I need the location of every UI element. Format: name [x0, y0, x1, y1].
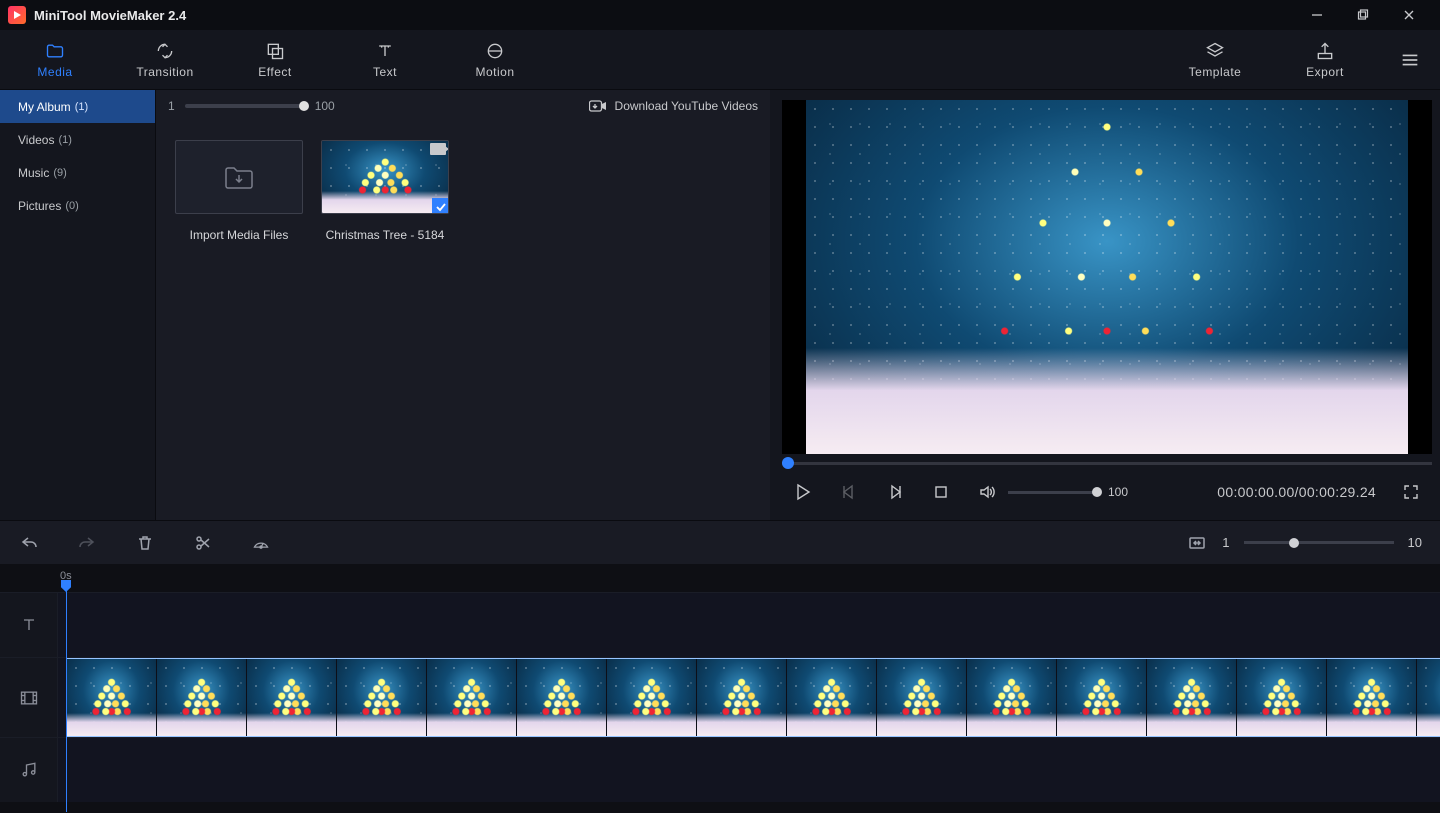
volume-slider[interactable] [1008, 491, 1098, 494]
tab-template-label: Template [1189, 65, 1242, 79]
clip-frame [1147, 659, 1237, 736]
fullscreen-button[interactable] [1400, 481, 1422, 503]
clip-frame [1417, 659, 1440, 736]
clip-frame [1057, 659, 1147, 736]
clip-frame [877, 659, 967, 736]
fit-zoom-button[interactable] [1186, 532, 1208, 554]
play-button[interactable] [792, 481, 814, 503]
clip-frame [517, 659, 607, 736]
media-sidebar: My Album (1) Videos (1) Music (9) Pictur… [0, 90, 156, 520]
app-logo-icon [8, 6, 26, 24]
tab-effect[interactable]: Effect [220, 30, 330, 90]
delete-button[interactable] [134, 532, 156, 554]
zoom-max: 10 [1408, 535, 1422, 550]
clip-frame [697, 659, 787, 736]
tab-export-label: Export [1306, 65, 1344, 79]
undo-button[interactable] [18, 532, 40, 554]
tab-template[interactable]: Template [1160, 30, 1270, 90]
sidebar-item-videos[interactable]: Videos (1) [0, 123, 155, 156]
thumb-size-slider[interactable] [185, 104, 305, 108]
preview-panel: 100 00:00:00.00/00:00:29.24 [770, 90, 1440, 520]
timecode-display: 00:00:00.00/00:00:29.24 [1217, 484, 1376, 500]
clip-frame [337, 659, 427, 736]
zoom-slider[interactable] [1244, 541, 1394, 544]
tab-effect-label: Effect [258, 65, 291, 79]
sidebar-item-count: (1) [75, 101, 88, 113]
video-track[interactable] [0, 657, 1440, 737]
window-minimize-button[interactable] [1294, 0, 1340, 30]
speed-button[interactable] [250, 532, 272, 554]
tab-motion-label: Motion [475, 65, 514, 79]
tab-transition-label: Transition [136, 65, 193, 79]
timeline-ruler[interactable]: 0s [58, 564, 1440, 592]
sidebar-item-count: (1) [58, 134, 71, 146]
title-bar: MiniTool MovieMaker 2.4 [0, 0, 1440, 30]
timeline: 0s [0, 564, 1440, 813]
stop-button[interactable] [930, 481, 952, 503]
clip-frame [607, 659, 697, 736]
video-track-icon [0, 658, 58, 737]
tab-export[interactable]: Export [1270, 30, 1380, 90]
sidebar-item-my-album[interactable]: My Album (1) [0, 90, 155, 123]
media-panel: 1 100 Download YouTube Videos Import Med… [156, 90, 770, 520]
zoom-min: 1 [1222, 535, 1229, 550]
tab-motion[interactable]: Motion [440, 30, 550, 90]
clip-frame [1327, 659, 1417, 736]
sidebar-item-label: Music [18, 166, 49, 180]
window-maximize-button[interactable] [1340, 0, 1386, 30]
selected-check-icon [432, 198, 449, 214]
tab-text[interactable]: Text [330, 30, 440, 90]
window-close-button[interactable] [1386, 0, 1432, 30]
clip-frame [247, 659, 337, 736]
download-youtube-label: Download YouTube Videos [615, 99, 758, 113]
sidebar-item-label: My Album [18, 100, 71, 114]
volume-value: 100 [1108, 485, 1128, 499]
clip-frame [67, 659, 157, 736]
clip-frame [157, 659, 247, 736]
import-media-label: Import Media Files [190, 228, 289, 242]
text-track[interactable] [0, 592, 1440, 657]
preview-seekbar[interactable] [782, 456, 1432, 470]
tab-text-label: Text [373, 65, 397, 79]
folder-download-icon [224, 164, 254, 190]
sidebar-item-pictures[interactable]: Pictures (0) [0, 189, 155, 222]
media-clip-christmas-tree[interactable]: Christmas Tree - 5184 [320, 140, 450, 242]
main-toolbar: Media Transition Effect Text Motion Temp… [0, 30, 1440, 90]
video-clip[interactable] [66, 658, 1440, 737]
thumb-size-min: 1 [168, 99, 175, 113]
clip-frame [787, 659, 877, 736]
import-media-button[interactable]: Import Media Files [174, 140, 304, 242]
video-type-icon [430, 143, 446, 155]
sidebar-item-count: (9) [53, 167, 66, 179]
audio-track-icon [0, 738, 58, 802]
sidebar-item-label: Videos [18, 133, 54, 147]
sidebar-item-music[interactable]: Music (9) [0, 156, 155, 189]
media-clip-label: Christmas Tree - 5184 [326, 228, 445, 242]
download-youtube-button[interactable]: Download YouTube Videos [589, 99, 758, 113]
clip-frame [967, 659, 1057, 736]
next-frame-button[interactable] [884, 481, 906, 503]
redo-button[interactable] [76, 532, 98, 554]
timeline-toolbar: 1 10 [0, 520, 1440, 564]
volume-button[interactable] [976, 481, 998, 503]
split-button[interactable] [192, 532, 214, 554]
sidebar-item-label: Pictures [18, 199, 61, 213]
sidebar-item-count: (0) [65, 200, 78, 212]
text-track-icon [0, 593, 58, 657]
thumb-size-max: 100 [315, 99, 335, 113]
app-title: MiniTool MovieMaker 2.4 [34, 8, 186, 23]
menu-button[interactable] [1380, 49, 1440, 71]
clip-frame [1237, 659, 1327, 736]
tab-media-label: Media [37, 65, 72, 79]
preview-viewport [782, 100, 1432, 454]
tab-transition[interactable]: Transition [110, 30, 220, 90]
video-download-icon [589, 99, 607, 113]
tab-media[interactable]: Media [0, 30, 110, 90]
audio-track[interactable] [0, 737, 1440, 802]
prev-frame-button[interactable] [838, 481, 860, 503]
clip-frame [427, 659, 517, 736]
